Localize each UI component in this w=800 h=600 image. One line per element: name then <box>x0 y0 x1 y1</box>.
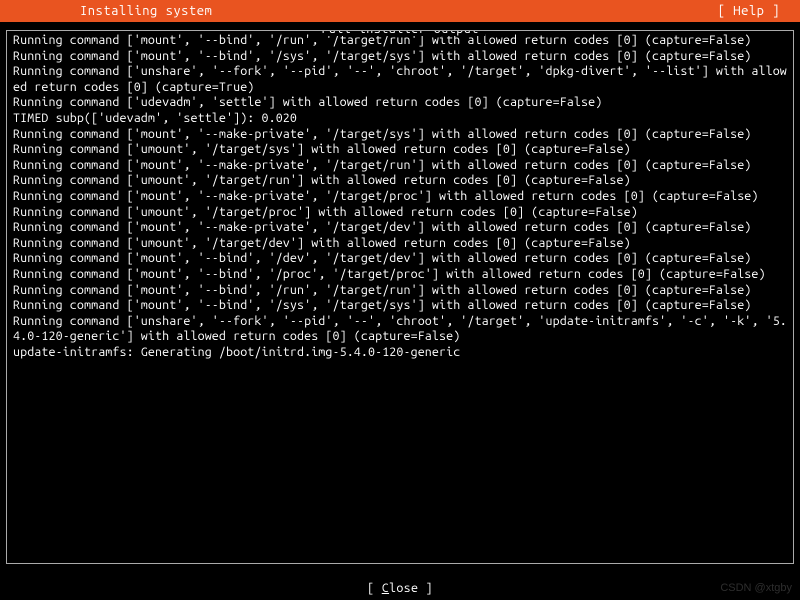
close-hotkey: C <box>382 581 389 595</box>
content-area: Full installer output Running command ['… <box>6 30 794 564</box>
close-label-rest: lose ] <box>389 581 433 595</box>
footer-bar: [ Close ] <box>0 576 800 600</box>
title-bar: Installing system [ Help ] <box>0 0 800 22</box>
close-button[interactable]: [ Close ] <box>367 581 433 595</box>
help-button[interactable]: [ Help ] <box>718 4 780 18</box>
installer-output-box: Full installer output Running command ['… <box>6 30 794 564</box>
close-bracket-open: [ <box>367 581 382 595</box>
output-box-title: Full installer output <box>315 30 485 36</box>
installer-title: Installing system <box>80 4 212 18</box>
installer-log: Running command ['mount', '--bind', '/ru… <box>13 33 787 360</box>
